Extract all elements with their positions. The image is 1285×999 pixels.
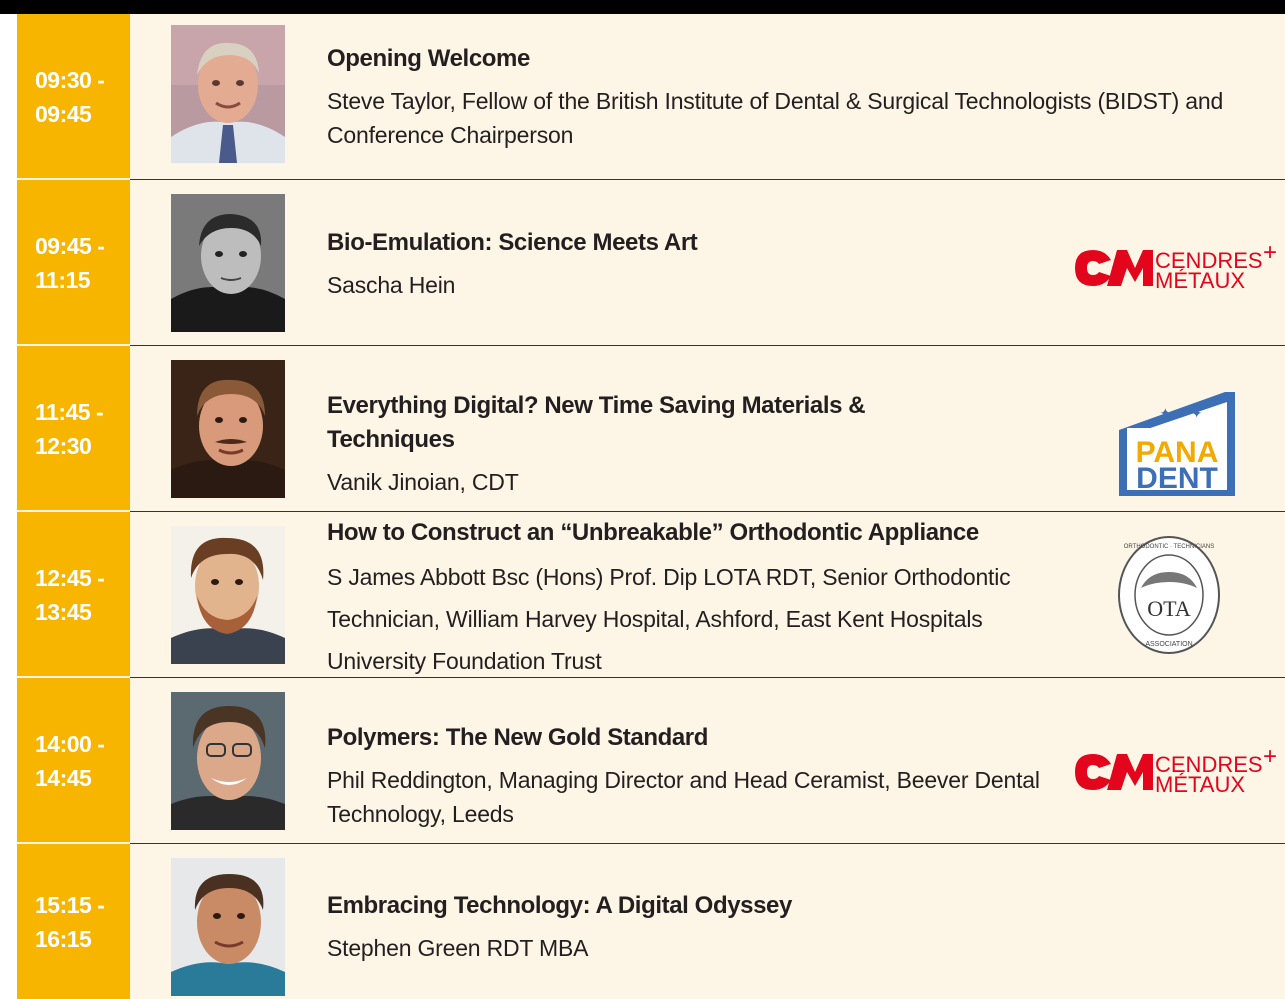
ota-center: OTA [1147,596,1191,621]
speaker-photo [171,194,285,332]
session-time: 11:45 - 12:30 [17,346,130,512]
session-time: 12:45 - 13:45 [17,512,130,678]
session-row: 14:00 - 14:45 Polymers: The New Gold Sta… [17,678,1285,844]
time-end: 11:15 [35,267,91,293]
cendres-plus: + [1263,744,1277,770]
session-title: Embracing Technology: A Digital Odyssey [327,892,792,919]
session-time: 09:30 - 09:45 [17,14,130,180]
time-start: 09:30 - [35,67,105,93]
session-row: 11:45 - 12:30 Everything Digital? New Ti… [17,346,1285,512]
session-title: Opening Welcome [327,45,530,72]
time-end: 16:15 [35,925,92,952]
session-speaker: S James Abbott Bsc (Hons) Prof. Dip LOTA… [327,564,1011,674]
session-text: Polymers: The New Gold Standard Phil Red… [327,721,1067,831]
speaker-photo [171,526,285,664]
time-end: 12:30 [35,433,92,459]
time-end: 09:45 [35,101,92,127]
time-end: 13:45 [35,599,92,625]
session-text: Bio-Emulation: Science Meets Art Sascha … [327,226,1087,302]
session-title: How to Construct an “Unbreakable” Orthod… [327,519,979,546]
session-title: Polymers: The New Gold Standard [327,724,709,751]
session-row: 09:45 - 11:15 Bio-Emulation: Science Mee… [17,180,1285,346]
left-margin [0,14,17,999]
session-speaker: Stephen Green RDT MBA [327,935,589,961]
svg-text:✦ ✦ ✦: ✦ ✦ ✦ [1160,405,1203,421]
session-text: How to Construct an “Unbreakable” Orthod… [327,516,1087,682]
ota-ring-bottom: ASSOCIATION [1145,641,1192,648]
session-schedule: 09:30 - 09:45 Opening Welcome Steve Tayl… [17,14,1285,999]
ota-logo: OTA ORTHODONTIC · TECHNICIANS ASSOCIATIO… [1115,532,1223,663]
session-speaker: Sascha Hein [327,272,456,298]
speaker-photo [171,25,285,163]
time-start: 12:45 - [35,565,105,591]
cendres-plus: + [1263,240,1277,266]
speaker-photo [171,360,285,498]
session-speaker: Steve Taylor, Fellow of the British Inst… [327,88,1224,148]
cendres-metaux-logo: CENDRES MÉTAUX + [1067,239,1285,301]
session-text: Opening Welcome Steve Taylor, Fellow of … [327,42,1227,152]
session-row: 09:30 - 09:45 Opening Welcome Steve Tayl… [17,14,1285,180]
time-start: 11:45 - [35,399,104,425]
session-row: 12:45 - 13:45 How to Construct an “Unbre… [17,512,1285,678]
cendres-line2: MÉTAUX [1155,772,1245,797]
session-time: 15:15 - 16:15 [17,844,130,999]
time-end: 14:45 [35,765,92,791]
speaker-photo [171,858,285,996]
cendres-line2: MÉTAUX [1155,268,1245,293]
time-start: 15:15 - [35,891,105,918]
speaker-photo [171,692,285,830]
session-text: Embracing Technology: A Digital Odyssey … [327,889,1087,965]
session-time: 09:45 - 11:15 [17,180,130,346]
panadent-line2: DENT [1136,462,1218,495]
cendres-metaux-logo: CENDRES MÉTAUX + [1067,743,1285,805]
time-start: 09:45 - [35,233,105,259]
session-title: Bio-Emulation: Science Meets Art [327,229,698,256]
top-bar [0,0,1285,14]
panadent-logo: ✦ ✦ ✦ PANA DENT [1115,384,1245,503]
session-title: Everything Digital? New Time Saving Mate… [327,392,866,453]
time-start: 14:00 - [35,731,105,757]
ota-ring-top: ORTHODONTIC · TECHNICIANS [1124,544,1214,550]
session-row: 15:15 - 16:15 Embracing Technology: A Di… [17,844,1285,999]
session-speaker: Vanik Jinoian, CDT [327,469,519,495]
session-text: Everything Digital? New Time Saving Mate… [327,389,887,499]
session-time: 14:00 - 14:45 [17,678,130,844]
session-speaker: Phil Reddington, Managing Director and H… [327,767,1040,827]
